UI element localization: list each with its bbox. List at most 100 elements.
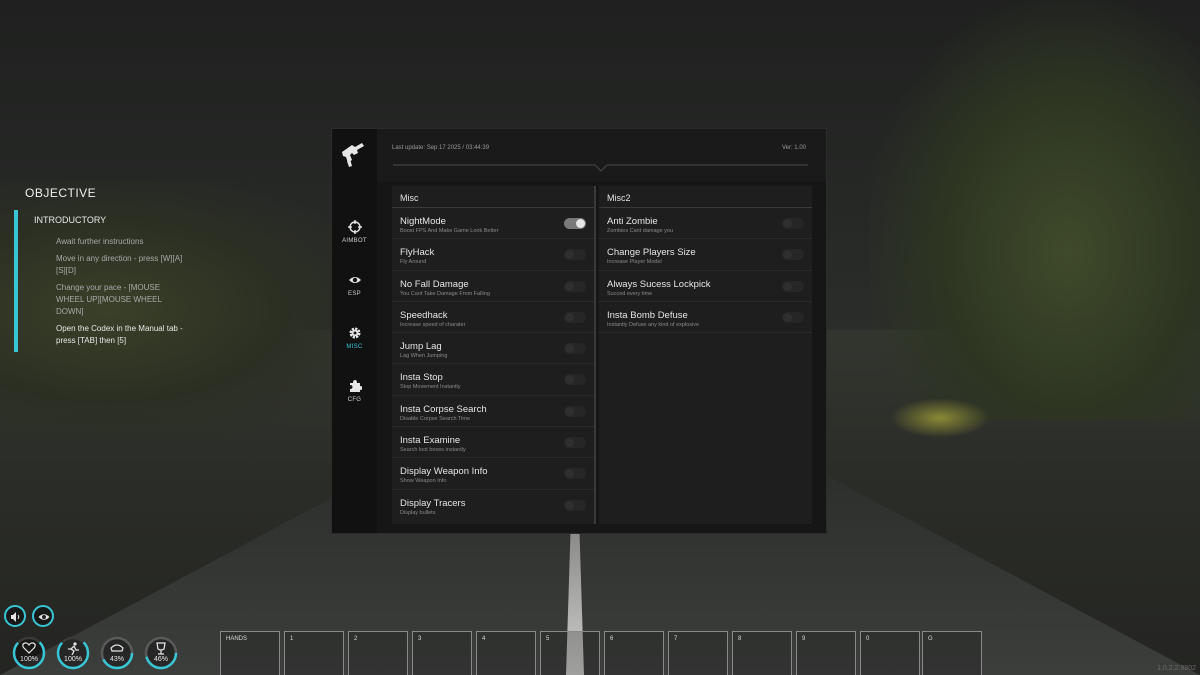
nav-label: CFG <box>347 397 362 403</box>
eye-icon <box>348 277 361 283</box>
option-desc: Disable Corpse Search Time <box>400 415 471 422</box>
no-fall-damage-toggle[interactable] <box>564 280 586 292</box>
option-desc: Increase Player Model <box>607 259 662 266</box>
crosshair-icon <box>347 220 362 234</box>
gear-icon <box>349 327 360 339</box>
slot-0[interactable]: 0 <box>860 631 920 675</box>
toggle-knob <box>565 281 574 291</box>
option-flyhack: FlyHack Fly Around <box>392 239 594 271</box>
option-speedhack: Speedhack Increase speed of charater <box>392 302 594 334</box>
display-tracers-toggle[interactable] <box>564 499 586 511</box>
misc2-column: Misc2 Anti Zombie Zombies Cant damage yo… <box>599 186 812 524</box>
nav-label: AIMBOT <box>342 238 367 244</box>
option-display-weapon-info: Display Weapon Info Show Weapon Info <box>392 458 594 490</box>
option-desc: Boost FPS And Make Game Look Better <box>400 228 499 234</box>
nav-cfg[interactable]: CFG <box>332 379 377 403</box>
misc2-column-title: Misc2 <box>599 186 812 208</box>
toggle-knob <box>565 375 574 385</box>
display-weapon-info-toggle[interactable] <box>564 468 586 480</box>
nav-aimbot[interactable]: AIMBOT <box>332 220 377 244</box>
slot-3[interactable]: 3 <box>412 631 472 675</box>
drink-icon <box>156 642 166 655</box>
option-desc: Succed every time <box>607 290 653 297</box>
speaker-icon <box>11 612 20 622</box>
toggle-knob <box>783 281 792 291</box>
health-stat: 100% <box>12 636 46 670</box>
always-sucess-lockpick-toggle[interactable] <box>782 280 804 292</box>
objective-panel: OBJECTIVE INTRODUCTORY Await further ins… <box>14 186 189 352</box>
nightmode-toggle[interactable] <box>564 218 586 229</box>
nav-label: MISC <box>346 344 363 350</box>
sound-button[interactable] <box>4 605 26 627</box>
option-insta-examine: Insta Examine Search loot boxes instantl… <box>392 427 594 459</box>
toggle-knob <box>565 344 574 354</box>
flyhack-toggle[interactable] <box>564 249 586 261</box>
toggle-knob <box>783 250 792 260</box>
objective-item: Change your pace - [MOUSE WHEEL UP][MOUS… <box>56 283 162 316</box>
stamina-value: 100% <box>64 656 82 663</box>
insta-examine-toggle[interactable] <box>564 437 586 449</box>
toggle-knob <box>783 312 792 322</box>
option-desc: Increase speed of charater <box>400 321 466 328</box>
objective-item: Move in any direction - press [W][A][S][… <box>56 254 183 275</box>
slot-label: 3 <box>418 636 422 642</box>
view-button[interactable] <box>32 605 54 627</box>
objective-box: INTRODUCTORY Await further instructions … <box>14 210 189 352</box>
option-no-fall-damage: No Fall Damage You Cant Take Damage From… <box>392 271 594 302</box>
insta-bomb-defuse-toggle[interactable] <box>782 311 804 323</box>
insta-corpse-search-toggle[interactable] <box>564 405 586 417</box>
slot-label: G <box>928 636 933 642</box>
option-desc: Search loot boxes instantly <box>400 447 466 454</box>
food-stat: 43% <box>100 636 134 670</box>
option-desc: Fly Around <box>400 259 427 266</box>
menu-sidebar: AIMBOT ESP MISC CFG <box>332 129 377 533</box>
option-anti-zombie: Anti Zombie Zombies Cant damage you <box>599 208 812 240</box>
misc-column: Misc NightMode Boost FPS And Make Game L… <box>392 186 596 524</box>
toggle-knob <box>576 219 585 228</box>
slot-g[interactable]: G <box>922 631 982 675</box>
slot-7[interactable]: 7 <box>668 631 728 675</box>
misc-column-title: Misc <box>392 186 594 208</box>
cheat-menu-window: AIMBOT ESP MISC CFG Last update: Sep 17 … <box>331 128 827 534</box>
health-value: 100% <box>20 656 38 663</box>
slot-4[interactable]: 4 <box>476 631 536 675</box>
slot-1[interactable]: 1 <box>284 631 344 675</box>
option-insta-corpse-search: Insta Corpse Search Disable Corpse Searc… <box>392 396 594 428</box>
toggle-knob <box>565 469 574 479</box>
food-icon <box>110 644 124 652</box>
toggle-knob <box>783 219 792 228</box>
change-players-size-toggle[interactable] <box>782 249 804 261</box>
speedhack-toggle[interactable] <box>564 311 586 323</box>
toggle-knob <box>565 312 574 322</box>
option-desc: You Cant Take Damage From Falling <box>400 290 490 297</box>
jump-lag-toggle[interactable] <box>564 343 586 355</box>
slot-label: HANDS <box>226 636 248 642</box>
slot-6[interactable]: 6 <box>604 631 664 675</box>
slot-label: 9 <box>802 636 806 642</box>
option-display-tracers: Display Tracers Display bullets <box>392 490 594 521</box>
insta-stop-toggle[interactable] <box>564 374 586 386</box>
option-desc: Show Weapon Info <box>400 478 447 485</box>
objective-item-active: Open the Codex in the Manual tab - press… <box>56 324 183 345</box>
option-nightmode: NightMode Boost FPS And Make Game Look B… <box>392 208 594 240</box>
gun-logo-icon <box>342 143 364 167</box>
slot-label: 5 <box>546 636 550 642</box>
option-desc: Display bullets <box>400 509 436 516</box>
option-always-sucess-lockpick: Always Sucess Lockpick Succed every time <box>599 271 812 302</box>
slot-5[interactable]: 5 <box>540 631 600 675</box>
slot-2[interactable]: 2 <box>348 631 408 675</box>
heart-icon <box>22 642 36 654</box>
option-desc: Lag When Jumping <box>400 353 448 360</box>
slot-9[interactable]: 9 <box>796 631 856 675</box>
nav-label: ESP <box>348 291 361 297</box>
slot-hands[interactable]: HANDS <box>220 631 280 675</box>
nav-esp[interactable]: ESP <box>332 273 377 297</box>
anti-zombie-toggle[interactable] <box>782 218 804 229</box>
build-version: 1.0.2.2.9802 <box>1157 665 1196 672</box>
slot-8[interactable]: 8 <box>732 631 792 675</box>
nav-misc[interactable]: MISC <box>332 326 377 350</box>
slot-label: 8 <box>738 636 742 642</box>
water-value: 46% <box>153 656 168 663</box>
water-stat: 46% <box>144 636 178 670</box>
trees-right <box>870 0 1200 420</box>
